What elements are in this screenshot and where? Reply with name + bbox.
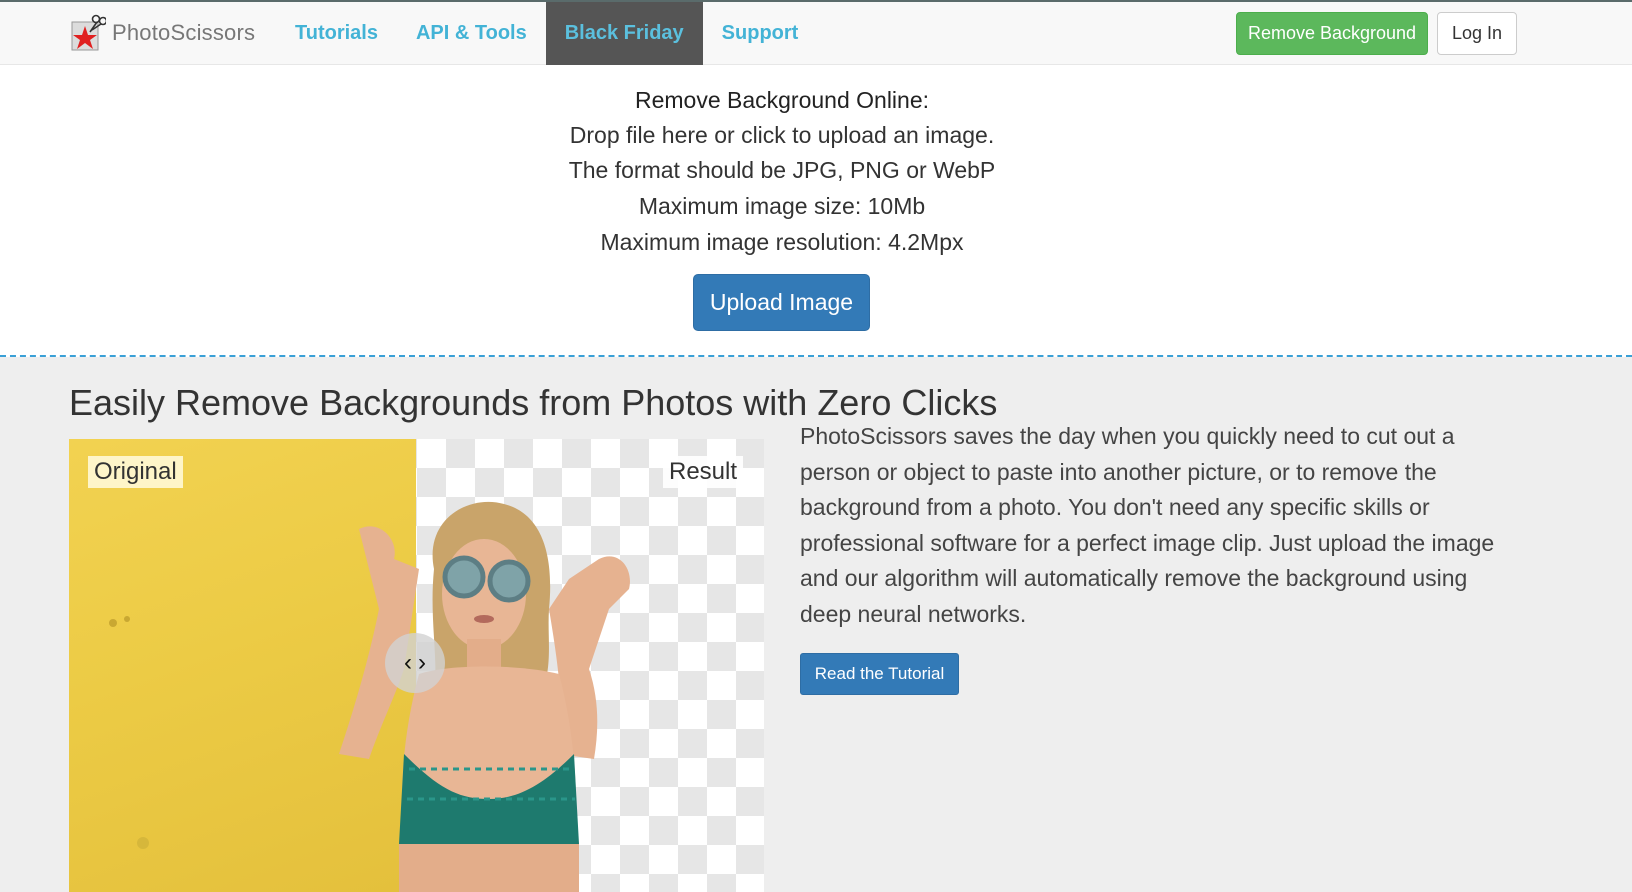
upload-size-info: Maximum image size: 10Mb <box>638 193 926 219</box>
nav-api-tools[interactable]: API & Tools <box>397 2 546 65</box>
chevron-left-icon: ‹ <box>404 649 412 676</box>
original-label: Original <box>88 456 183 488</box>
nav-black-friday[interactable]: Black Friday <box>545 2 703 65</box>
nav-support[interactable]: Support <box>703 2 818 65</box>
feature-heading: Easily Remove Backgrounds from Photos wi… <box>69 382 998 423</box>
comparison-slider-handle[interactable]: ‹ › <box>385 633 445 693</box>
upload-drop-zone[interactable]: Remove Background Online: Drop file here… <box>0 65 1632 357</box>
result-label: Result <box>663 456 744 488</box>
upload-title: Remove Background Online: <box>634 87 930 113</box>
login-button[interactable]: Log In <box>1437 12 1517 55</box>
upload-image-button[interactable]: Upload Image <box>693 274 870 331</box>
top-navbar: PhotoScissors Tutorials API & Tools Blac… <box>0 0 1632 65</box>
read-tutorial-button[interactable]: Read the Tutorial <box>800 653 959 695</box>
upload-instruction: Drop file here or click to upload an ima… <box>569 122 995 148</box>
brand-link[interactable]: PhotoScissors <box>70 11 255 55</box>
before-after-comparison[interactable]: Original Result ‹ › <box>69 439 764 892</box>
chevron-right-icon: › <box>418 649 426 676</box>
remove-background-button[interactable]: Remove Background <box>1236 12 1428 55</box>
feature-section: Easily Remove Backgrounds from Photos wi… <box>0 357 1632 892</box>
nav-tutorials[interactable]: Tutorials <box>276 2 397 65</box>
main-nav: Tutorials API & Tools Black Friday Suppo… <box>276 2 817 65</box>
upload-format-info: The format should be JPG, PNG or WebP <box>568 157 996 183</box>
feature-description: PhotoScissors saves the day when you qui… <box>800 423 1495 627</box>
brand-name: PhotoScissors <box>112 20 256 45</box>
woman-with-sunglasses-image <box>339 501 630 892</box>
scissors-logo-icon <box>71 14 106 51</box>
upload-resolution-info: Maximum image resolution: 4.2Mpx <box>600 229 964 255</box>
